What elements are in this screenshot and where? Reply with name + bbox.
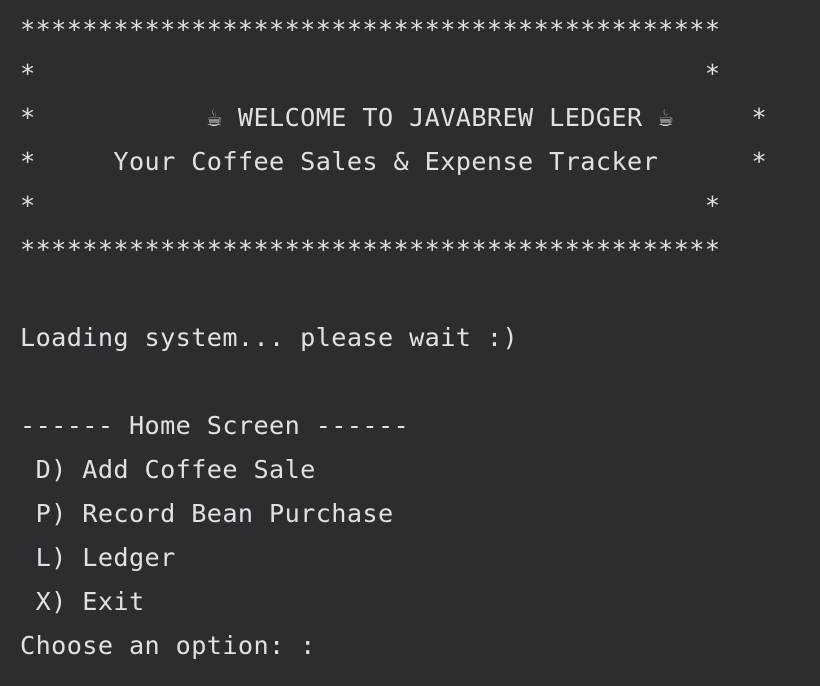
prompt-text: Choose an option: : <box>20 631 316 660</box>
console-output: ****************************************… <box>0 0 820 686</box>
menu-option-ledger: L) Ledger <box>20 543 176 572</box>
loading-message: Loading system... please wait :) <box>20 323 519 352</box>
menu-option-add-coffee-sale: D) Add Coffee Sale <box>20 455 316 484</box>
banner-blank-line: * * <box>20 59 721 88</box>
input-prompt-line[interactable]: Choose an option: : <box>20 624 328 668</box>
banner-top-border: ****************************************… <box>20 15 721 44</box>
banner-title: * ☕ WELCOME TO JAVABREW LEDGER ☕ * <box>20 103 768 132</box>
banner-blank-line: * * <box>20 191 721 220</box>
menu-option-exit: X) Exit <box>20 587 145 616</box>
banner-bottom-border: ****************************************… <box>20 235 721 264</box>
banner-subtitle: * Your Coffee Sales & Expense Tracker * <box>20 147 768 176</box>
console-input-cursor[interactable] <box>316 634 328 660</box>
menu-option-record-bean-purchase: P) Record Bean Purchase <box>20 499 394 528</box>
home-screen-header: ------ Home Screen ------ <box>20 411 410 440</box>
